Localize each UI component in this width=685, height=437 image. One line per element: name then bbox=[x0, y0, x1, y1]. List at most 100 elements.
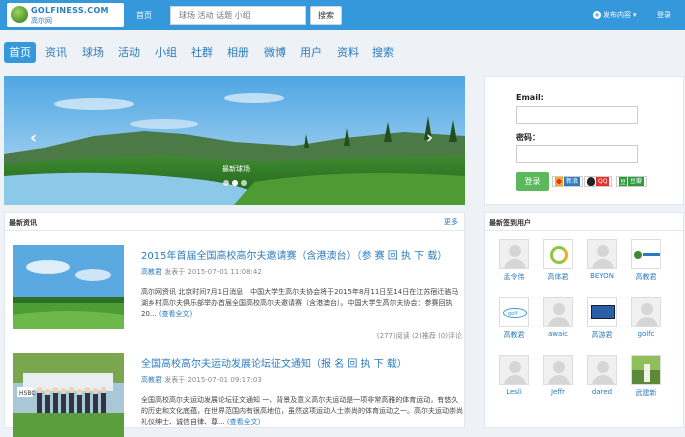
menu-item[interactable]: 首页 bbox=[4, 42, 36, 63]
user-name[interactable]: 高教君 bbox=[629, 272, 663, 282]
avatar[interactable]: golf bbox=[499, 297, 529, 327]
user-name[interactable]: Lesli bbox=[497, 388, 531, 396]
user-card[interactable]: 孟令伟 bbox=[497, 239, 531, 282]
avatar[interactable] bbox=[543, 239, 573, 269]
menu-item[interactable]: 社群 bbox=[186, 42, 218, 63]
article-date: 发表于 2015-07-01 09:17:03 bbox=[164, 376, 262, 384]
publish-label: 发布内容 bbox=[603, 11, 631, 19]
avatar[interactable] bbox=[631, 355, 661, 385]
user-card[interactable]: dared bbox=[585, 355, 619, 396]
user-name[interactable]: 高体君 bbox=[541, 272, 575, 282]
search-input[interactable] bbox=[170, 6, 306, 25]
main-menu: 首页 资讯 球场 活动 小组 社群 相册 微博 用户 资料 搜索 bbox=[0, 38, 685, 67]
user-card[interactable]: 高教君 bbox=[629, 239, 663, 282]
user-name[interactable]: BEYON bbox=[585, 272, 619, 280]
user-name[interactable]: 高教君 bbox=[497, 330, 531, 340]
login-button[interactable]: 登录 bbox=[516, 172, 549, 191]
avatar[interactable] bbox=[587, 239, 617, 269]
article-summary: 全国高校高尔夫运动发展论坛征文通知 一、背景及意义高尔夫运动是一项非常高雅的体育… bbox=[141, 395, 463, 428]
user-name[interactable]: golfc bbox=[629, 330, 663, 338]
publish-menu[interactable]: + 发布内容 ▾ bbox=[593, 10, 637, 20]
user-card[interactable]: Jeffr bbox=[541, 355, 575, 396]
article-summary: 高尔网资讯 北京时间7月1日消息 中国大学生高尔夫协会将于2015年8月11日至… bbox=[141, 287, 463, 320]
article-meta: 高教君 发表于 2015-07-01 11:08:42 bbox=[141, 267, 262, 277]
user-card[interactable]: 武建新 bbox=[629, 355, 663, 398]
carousel-caption: 最新球场 bbox=[222, 165, 250, 173]
carousel-indicators bbox=[223, 180, 247, 186]
menu-item[interactable]: 资料 bbox=[332, 42, 364, 63]
news-panel: 最新资讯 更多 2015年首届全国高校高尔夫邀请赛（含港澳台）（参 赛 回 执 … bbox=[4, 212, 465, 437]
user-card[interactable]: golfc bbox=[629, 297, 663, 338]
caret-down-icon: ▾ bbox=[633, 11, 637, 19]
douban-login-button[interactable]: 豆 豆瓣 bbox=[616, 176, 648, 187]
menu-item[interactable]: 球场 bbox=[77, 42, 109, 63]
carousel-dot[interactable] bbox=[223, 180, 229, 186]
qq-login-button[interactable]: QQ bbox=[584, 176, 613, 187]
more-link[interactable]: 更多 bbox=[444, 217, 458, 227]
top-login-link[interactable]: 登录 bbox=[657, 10, 671, 20]
douban-icon: 豆 bbox=[619, 177, 627, 186]
carousel-dot[interactable] bbox=[241, 180, 247, 186]
sina-login-button[interactable]: 新浪 bbox=[552, 176, 584, 187]
password-field[interactable] bbox=[516, 145, 638, 163]
avatar[interactable] bbox=[499, 239, 529, 269]
user-card[interactable]: awaic bbox=[541, 297, 575, 338]
top-navbar: GOLFINESS.COM 高尔网 首页 搜索 + 发布内容 ▾ 登录 bbox=[0, 0, 685, 30]
article-summary-text: 全国高校高尔夫运动发展论坛征文通知 一、背景及意义高尔夫运动是一项非常高雅的体育… bbox=[141, 396, 463, 426]
article-date: 发表于 2015-07-01 11:08:42 bbox=[164, 268, 262, 276]
menu-item[interactable]: 用户 bbox=[295, 42, 327, 63]
news-panel-header: 最新资讯 更多 bbox=[5, 213, 464, 231]
user-card[interactable]: 高体君 bbox=[541, 239, 575, 282]
users-panel: 最新签到用户 孟令伟 高体君 BEYON 高教君 golf 高教君 awaic 高游君 golf… bbox=[484, 212, 684, 428]
logo-text: GOLFINESS.COM bbox=[31, 6, 109, 15]
read-more-link[interactable]: (查看全文) bbox=[159, 310, 192, 318]
user-name[interactable]: awaic bbox=[541, 330, 575, 338]
article-meta: 高教君 发表于 2015-07-01 09:17:03 bbox=[141, 375, 262, 385]
read-more-link[interactable]: (查看全文) bbox=[227, 418, 260, 426]
user-card[interactable]: Lesli bbox=[497, 355, 531, 396]
menu-item[interactable]: 微博 bbox=[259, 42, 291, 63]
news-panel-title: 最新资讯 bbox=[9, 219, 37, 227]
menu-item[interactable]: 资讯 bbox=[40, 42, 72, 63]
carousel-dot[interactable] bbox=[232, 180, 238, 186]
search-button[interactable]: 搜索 bbox=[310, 6, 342, 25]
menu-item[interactable]: 活动 bbox=[113, 42, 145, 63]
user-name[interactable]: 高游君 bbox=[585, 330, 619, 340]
user-card[interactable]: 高游君 bbox=[585, 297, 619, 340]
menu-item[interactable]: 小组 bbox=[150, 42, 182, 63]
user-name[interactable]: dared bbox=[585, 388, 619, 396]
article-thumbnail[interactable] bbox=[13, 245, 124, 329]
avatar[interactable] bbox=[631, 297, 661, 327]
chevron-left-icon[interactable]: ‹ bbox=[30, 128, 37, 148]
users-panel-title: 最新签到用户 bbox=[489, 219, 531, 227]
user-name[interactable]: 孟令伟 bbox=[497, 272, 531, 282]
user-name[interactable]: Jeffr bbox=[541, 388, 575, 396]
avatar[interactable] bbox=[587, 355, 617, 385]
avatar[interactable] bbox=[543, 297, 573, 327]
users-panel-header: 最新签到用户 bbox=[485, 213, 683, 231]
avatar[interactable] bbox=[499, 355, 529, 385]
qq-label: QQ bbox=[596, 177, 610, 186]
email-field[interactable] bbox=[516, 106, 638, 124]
avatar[interactable] bbox=[543, 355, 573, 385]
user-card[interactable]: golf 高教君 bbox=[497, 297, 531, 340]
menu-item[interactable]: 搜索 bbox=[367, 42, 399, 63]
article-item: 2015年首届全国高校高尔夫邀请赛（含港澳台）（参 赛 回 执 下 载） 高教君… bbox=[10, 239, 462, 351]
carousel: 最新球场 ‹ › bbox=[4, 76, 465, 205]
article-author[interactable]: 高教君 bbox=[141, 268, 162, 276]
top-home-link[interactable]: 首页 bbox=[136, 10, 152, 21]
article-title[interactable]: 全国高校高尔夫运动发展论坛征文通知（报 名 回 执 下 载） bbox=[141, 355, 451, 370]
menu-item[interactable]: 相册 bbox=[222, 42, 254, 63]
sina-label: 新浪 bbox=[564, 177, 581, 186]
chevron-right-icon[interactable]: › bbox=[426, 128, 433, 148]
golf-ball-icon bbox=[11, 6, 28, 23]
avatar[interactable] bbox=[587, 297, 617, 327]
site-logo[interactable]: GOLFINESS.COM 高尔网 bbox=[7, 3, 124, 27]
avatar[interactable] bbox=[631, 239, 661, 269]
article-title[interactable]: 2015年首届全国高校高尔夫邀请赛（含港澳台）（参 赛 回 执 下 载） bbox=[141, 247, 451, 262]
weibo-icon bbox=[555, 177, 563, 186]
article-thumbnail[interactable]: HSBC bbox=[13, 353, 124, 437]
article-author[interactable]: 高教君 bbox=[141, 376, 162, 384]
user-name[interactable]: 武建新 bbox=[629, 388, 663, 398]
user-card[interactable]: BEYON bbox=[585, 239, 619, 280]
